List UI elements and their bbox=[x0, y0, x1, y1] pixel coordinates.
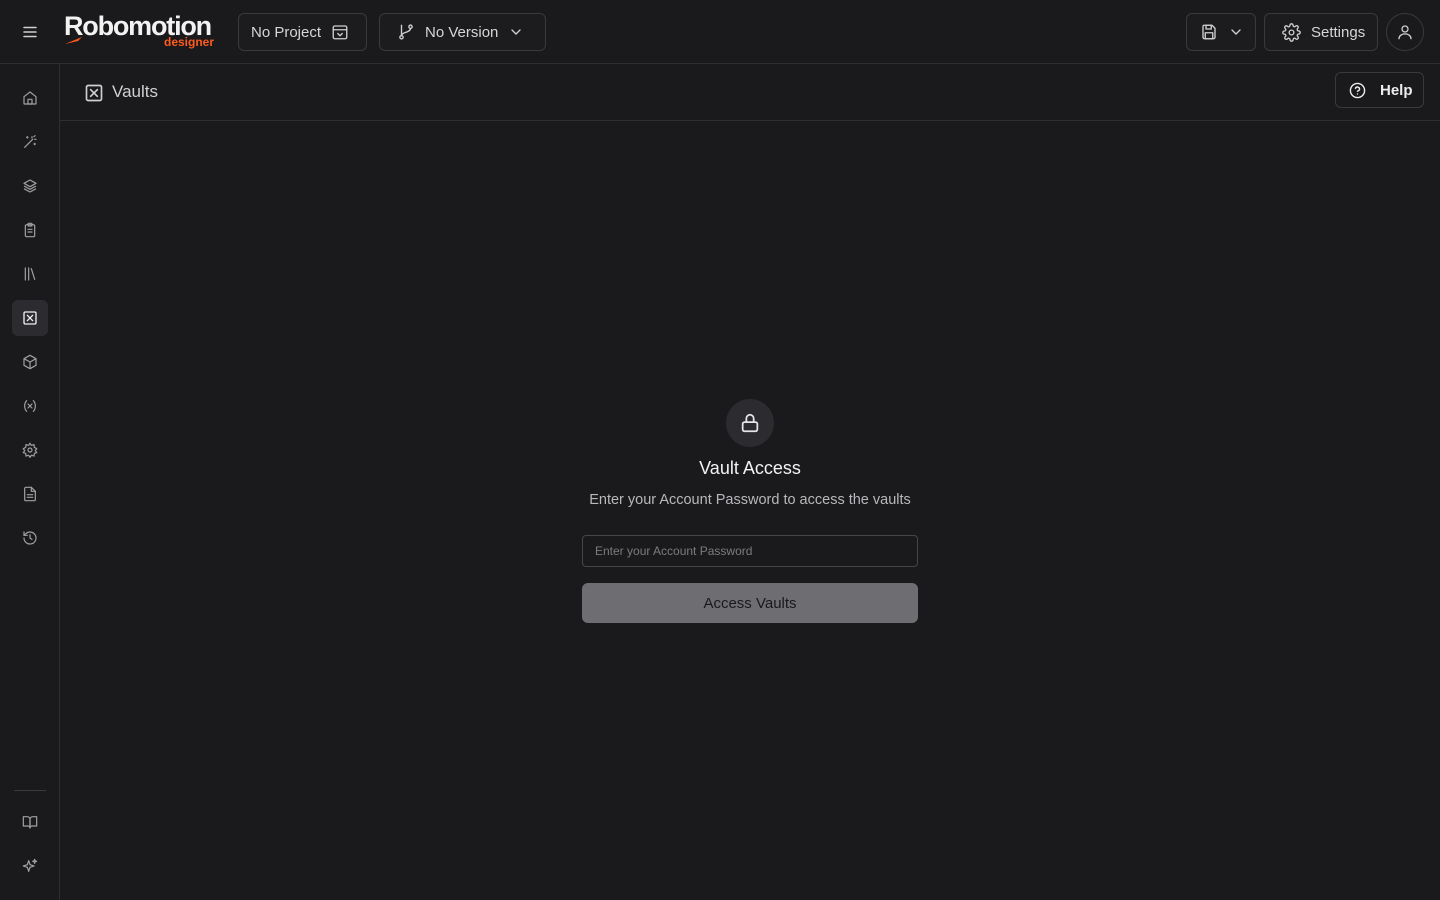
vault-access-description: Enter your Account Password to access th… bbox=[589, 492, 911, 508]
page-header: Vaults Help bbox=[60, 64, 1440, 121]
settings-label: Settings bbox=[1311, 23, 1366, 41]
gear-icon bbox=[22, 442, 38, 458]
sidebar-item-tasks[interactable] bbox=[12, 212, 48, 248]
library-icon bbox=[24, 267, 36, 281]
variable-icon bbox=[24, 400, 36, 412]
sidebar bbox=[0, 64, 60, 900]
history-icon bbox=[23, 531, 37, 545]
page-title: Vaults bbox=[112, 82, 158, 101]
chevron-down-icon bbox=[1231, 29, 1241, 35]
menu-button[interactable] bbox=[14, 16, 46, 48]
logo-swoosh-icon bbox=[65, 37, 82, 44]
chevron-down-icon bbox=[511, 29, 522, 35]
sidebar-item-library[interactable] bbox=[12, 256, 48, 292]
user-icon bbox=[1398, 25, 1412, 40]
sidebar-item-designer[interactable] bbox=[12, 124, 48, 160]
version-label: No Version bbox=[425, 23, 499, 41]
git-branch-icon bbox=[399, 24, 413, 40]
project-label: No Project bbox=[251, 23, 322, 41]
sidebar-item-home[interactable] bbox=[12, 80, 48, 116]
book-open-icon bbox=[22, 816, 38, 829]
hamburger-icon bbox=[23, 26, 37, 38]
sidebar-item-history[interactable] bbox=[12, 520, 48, 556]
clipboard-icon bbox=[24, 222, 36, 238]
sidebar-item-packages[interactable] bbox=[12, 344, 48, 380]
access-vaults-button[interactable]: Access Vaults bbox=[582, 583, 918, 623]
vault-icon bbox=[23, 311, 37, 325]
home-icon bbox=[23, 91, 37, 105]
user-avatar-button[interactable] bbox=[1386, 13, 1424, 51]
sidebar-item-docs[interactable] bbox=[12, 804, 48, 840]
vault-access-title: Vault Access bbox=[699, 458, 801, 478]
sparkles-icon bbox=[22, 858, 38, 872]
magic-wand-icon bbox=[24, 135, 37, 148]
save-menu-button[interactable] bbox=[1186, 13, 1256, 51]
sidebar-item-variables[interactable] bbox=[12, 388, 48, 424]
help-label: Help bbox=[1380, 81, 1413, 99]
gear-icon bbox=[1282, 22, 1301, 42]
help-circle-icon bbox=[1349, 82, 1366, 98]
top-bar: Robomotion designer No Project No Versio… bbox=[0, 0, 1440, 64]
sidebar-item-layers[interactable] bbox=[12, 168, 48, 204]
project-selector[interactable]: No Project bbox=[238, 13, 367, 51]
sidebar-divider bbox=[14, 790, 46, 791]
floppy-disk-icon bbox=[1202, 24, 1216, 40]
version-selector[interactable]: No Version bbox=[379, 13, 546, 51]
settings-button[interactable]: Settings bbox=[1264, 13, 1378, 51]
sidebar-item-ai[interactable] bbox=[12, 848, 48, 884]
help-button[interactable]: Help bbox=[1335, 72, 1424, 108]
logo-subtext: designer bbox=[163, 35, 214, 49]
sidebar-item-settings[interactable] bbox=[12, 432, 48, 468]
file-text-icon bbox=[24, 486, 36, 502]
layers-icon bbox=[23, 179, 37, 193]
calendar-check-icon bbox=[332, 25, 348, 40]
package-icon bbox=[23, 354, 37, 370]
sidebar-item-logs[interactable] bbox=[12, 476, 48, 512]
vault-icon bbox=[85, 84, 103, 102]
app-logo[interactable]: Robomotion designer bbox=[64, 12, 216, 52]
lock-icon bbox=[741, 413, 759, 433]
lock-badge bbox=[726, 399, 774, 447]
sidebar-item-vaults[interactable] bbox=[12, 300, 48, 336]
account-password-input[interactable] bbox=[582, 535, 918, 567]
